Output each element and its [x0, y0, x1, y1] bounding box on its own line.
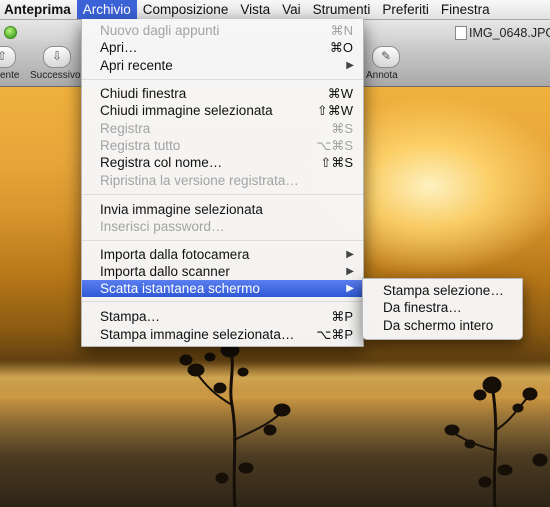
menu-bar: Anteprima Archivio Composizione Vista Va… [0, 0, 550, 20]
menu-item-inserisci-password[interactable]: Inserisci password… [82, 218, 363, 235]
menu-item-chiudi-immagine-selezionata[interactable]: Chiudi immagine selezionata ⇧⌘W [82, 102, 363, 119]
menu-item-apri[interactable]: Apri… ⌘O [82, 39, 363, 56]
menu-item-registra-tutto[interactable]: Registra tutto ⌥⌘S [82, 137, 363, 154]
annotate-button[interactable]: ✎ [372, 46, 400, 68]
menu-item-nuovo-dagli-appunti[interactable]: Nuovo dagli appunti ⌘N [82, 22, 363, 39]
menu-item-stampa-immagine-selezionata[interactable]: Stampa immagine selezionata… ⌥⌘P [82, 326, 363, 343]
menu-app-anteprima[interactable]: Anteprima [0, 0, 77, 19]
menu-vista[interactable]: Vista [234, 0, 276, 19]
menu-separator [82, 301, 363, 302]
previous-label: ente [0, 70, 20, 81]
menu-item-registra-col-nome[interactable]: Registra col nome… ⇧⌘S [82, 154, 363, 171]
submenu-arrow-icon: ▶ [346, 266, 354, 277]
submenu-arrow-icon: ▶ [346, 249, 354, 260]
menu-item-importa-scanner[interactable]: Importa dallo scanner ▶ [82, 263, 363, 280]
menu-item-ripristina[interactable]: Ripristina la versione registrata… [82, 172, 363, 189]
annotate-label: Annota [366, 70, 398, 81]
menu-item-chiudi-finestra[interactable]: Chiudi finestra ⌘W [82, 85, 363, 102]
submenu-item-da-schermo-intero[interactable]: Da schermo intero [363, 317, 522, 334]
menu-separator [82, 194, 363, 195]
menu-item-invia-immagine[interactable]: Invia immagine selezionata [82, 201, 363, 218]
next-button[interactable]: ⇩ [43, 46, 71, 68]
submenu-item-stampa-selezione[interactable]: Stampa selezione… [363, 282, 522, 299]
submenu-arrow-icon: ▶ [346, 283, 354, 294]
menu-item-stampa[interactable]: Stampa… ⌘P [82, 308, 363, 325]
submenu-item-da-finestra[interactable]: Da finestra… [363, 299, 522, 316]
snapshot-submenu: Stampa selezione… Da finestra… Da scherm… [362, 278, 523, 340]
zoom-button[interactable] [4, 26, 17, 39]
next-label: Successivo [30, 70, 81, 81]
menu-strumenti[interactable]: Strumenti [307, 0, 377, 19]
menu-vai[interactable]: Vai [276, 0, 307, 19]
menu-separator [82, 79, 363, 80]
arrow-down-icon: ⇩ [51, 49, 63, 63]
arrow-up-icon: ⇧ [0, 49, 8, 63]
archivio-dropdown: Nuovo dagli appunti ⌘N Apri… ⌘O Apri rec… [81, 19, 364, 347]
window-title: IMG_0648.JPG [469, 26, 550, 40]
submenu-arrow-icon: ▶ [346, 60, 354, 71]
document-icon [455, 26, 467, 40]
menu-item-scatta-istantanea[interactable]: Scatta istantanea schermo ▶ [82, 280, 363, 297]
menu-item-importa-fotocamera[interactable]: Importa dalla fotocamera ▶ [82, 246, 363, 263]
menu-preferiti[interactable]: Preferiti [376, 0, 435, 19]
menu-archivio[interactable]: Archivio [76, 0, 137, 19]
menu-separator [82, 240, 363, 241]
menu-finestra[interactable]: Finestra [435, 0, 496, 19]
menu-item-apri-recente[interactable]: Apri recente ▶ [82, 57, 363, 74]
menu-composizione[interactable]: Composizione [137, 0, 235, 19]
pencil-icon: ✎ [380, 49, 392, 63]
menu-item-registra[interactable]: Registra ⌘S [82, 120, 363, 137]
